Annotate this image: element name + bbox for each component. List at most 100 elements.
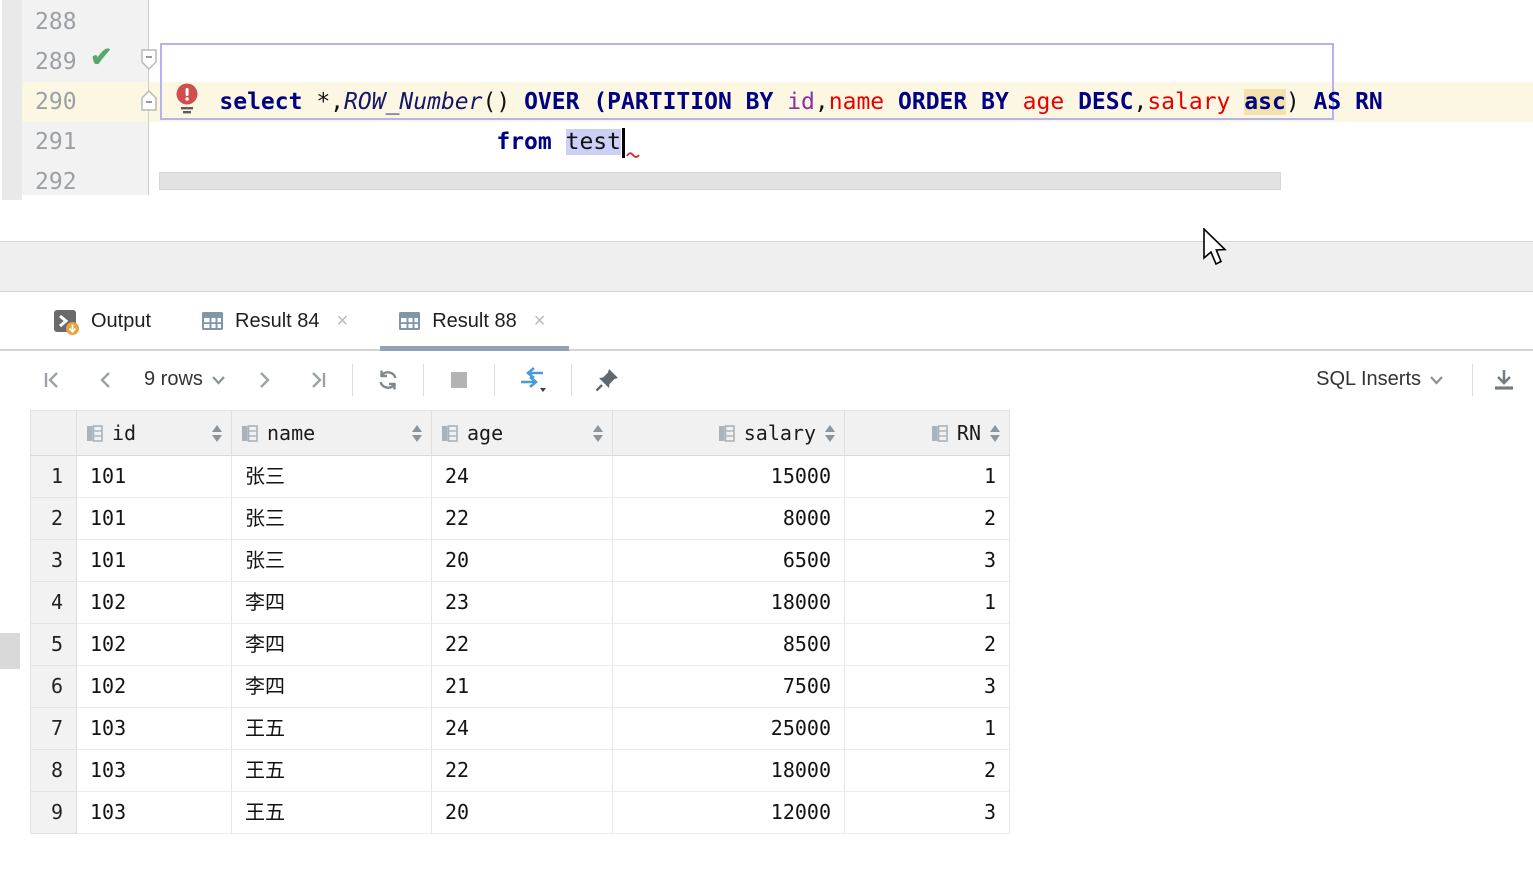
sort-toggle-icon[interactable] [825,425,835,442]
tab-output[interactable]: Output [45,293,159,349]
table-cell[interactable]: 22 [432,750,613,792]
table-cell[interactable]: 102 [77,666,232,708]
close-tab-icon[interactable]: × [534,310,546,333]
table-cell[interactable]: 2 [845,498,1010,540]
table-cell[interactable]: 24 [432,456,613,498]
column-header-id[interactable]: id [77,411,232,456]
row-number-header [30,411,77,456]
sql-token [552,129,566,155]
table-cell[interactable]: 22 [432,498,613,540]
column-header-name[interactable]: name [232,411,432,456]
table-cell[interactable]: 101 [77,540,232,582]
page-size-dropdown[interactable]: 9 rows [144,363,226,397]
table-cell[interactable]: 1 [845,582,1010,624]
table-cell[interactable]: 20 [432,540,613,582]
table-cell[interactable]: 王五 [232,708,432,750]
table-cell[interactable]: 102 [77,582,232,624]
sort-toggle-icon[interactable] [990,425,1000,442]
table-cell[interactable]: 25000 [613,708,845,750]
column-label: RN [957,421,981,445]
tab-result-88[interactable]: Result 88 × [390,293,553,349]
table-cell[interactable]: 3 [845,540,1010,582]
sort-toggle-icon[interactable] [412,425,422,442]
sql-code-line-2[interactable]: from test [164,82,641,122]
refresh-button[interactable] [375,363,401,397]
row-number: 1 [30,456,77,498]
table-cell[interactable]: 1 [845,456,1010,498]
table-cell[interactable]: 张三 [232,456,432,498]
pin-tab-button[interactable] [594,363,620,397]
table-cell[interactable]: 2 [845,624,1010,666]
compare-data-button[interactable] [517,363,549,397]
table-cell[interactable]: 张三 [232,540,432,582]
last-page-icon [306,369,328,391]
sql-editor[interactable]: 288 289 290 291 292 ✔ select *,ROW_Numbe… [0,0,1533,195]
table-cell[interactable]: 101 [77,456,232,498]
column-icon [718,425,735,442]
table-cell[interactable]: 103 [77,792,232,834]
table-cell[interactable]: 8000 [613,498,845,540]
table-cell[interactable]: 李四 [232,582,432,624]
stop-button[interactable] [446,363,472,397]
column-header-salary[interactable]: salary [613,411,845,456]
table-cell[interactable]: 3 [845,666,1010,708]
refresh-icon [375,367,401,393]
editor-horizontal-scrollbar[interactable] [159,172,1281,190]
close-tab-icon[interactable]: × [337,310,349,333]
table-cell[interactable]: 101 [77,498,232,540]
row-number: 2 [30,498,77,540]
first-page-button[interactable] [40,363,66,397]
table-cell[interactable]: 20 [432,792,613,834]
sql-token [219,129,496,155]
toolbar-separator [571,364,572,396]
sort-toggle-icon[interactable] [593,425,603,442]
statement-fold-marker-icon[interactable] [140,88,158,112]
table-cell[interactable]: 103 [77,708,232,750]
table-row: 7103王五24250001 [30,708,1010,750]
editor-results-splitter[interactable] [0,241,1533,292]
table-cell[interactable]: 李四 [232,666,432,708]
last-page-button[interactable] [304,363,330,397]
table-cell[interactable]: 18000 [613,582,845,624]
toolbar-separator [352,364,353,396]
console-output-icon [53,308,80,335]
sql-code-line-1[interactable]: select *,ROW_Number() OVER (PARTITION BY… [164,42,1383,82]
statement-fold-marker-icon[interactable] [140,48,158,72]
column-header-age[interactable]: age [432,411,613,456]
table-cell[interactable]: 21 [432,666,613,708]
table-cell[interactable]: 张三 [232,498,432,540]
table-icon [201,311,224,331]
chevron-down-icon [211,375,226,385]
row-number: 3 [30,540,77,582]
table-cell[interactable]: 王五 [232,792,432,834]
table-cell[interactable]: 18000 [613,750,845,792]
sql-token: from [496,129,551,155]
table-cell[interactable]: 102 [77,624,232,666]
tab-result-84[interactable]: Result 84 × [193,293,356,349]
statement-success-check-icon: ✔ [90,42,120,72]
table-cell[interactable]: 1 [845,708,1010,750]
previous-page-button[interactable] [92,363,118,397]
table-cell[interactable]: 24 [432,708,613,750]
table-cell[interactable]: 103 [77,750,232,792]
table-row: 9103王五20120003 [30,792,1010,834]
table-cell[interactable]: 12000 [613,792,845,834]
table-cell[interactable]: 李四 [232,624,432,666]
sort-toggle-icon[interactable] [212,425,222,442]
table-cell[interactable]: 7500 [613,666,845,708]
table-cell[interactable]: 2 [845,750,1010,792]
export-data-button[interactable] [1491,363,1517,397]
export-format-dropdown[interactable]: SQL Inserts [1316,363,1444,397]
table-cell[interactable]: 3 [845,792,1010,834]
table-cell[interactable]: 8500 [613,624,845,666]
table-cell[interactable]: 6500 [613,540,845,582]
column-header-rn[interactable]: RN [845,411,1010,456]
table-cell[interactable]: 15000 [613,456,845,498]
table-cell[interactable]: 22 [432,624,613,666]
editor-left-edge [2,0,22,200]
next-page-button[interactable] [252,363,278,397]
swap-arrows-icon [517,366,549,394]
table-cell[interactable]: 23 [432,582,613,624]
table-cell[interactable]: 王五 [232,750,432,792]
vertical-scrollbar-thumb[interactable] [0,633,20,669]
